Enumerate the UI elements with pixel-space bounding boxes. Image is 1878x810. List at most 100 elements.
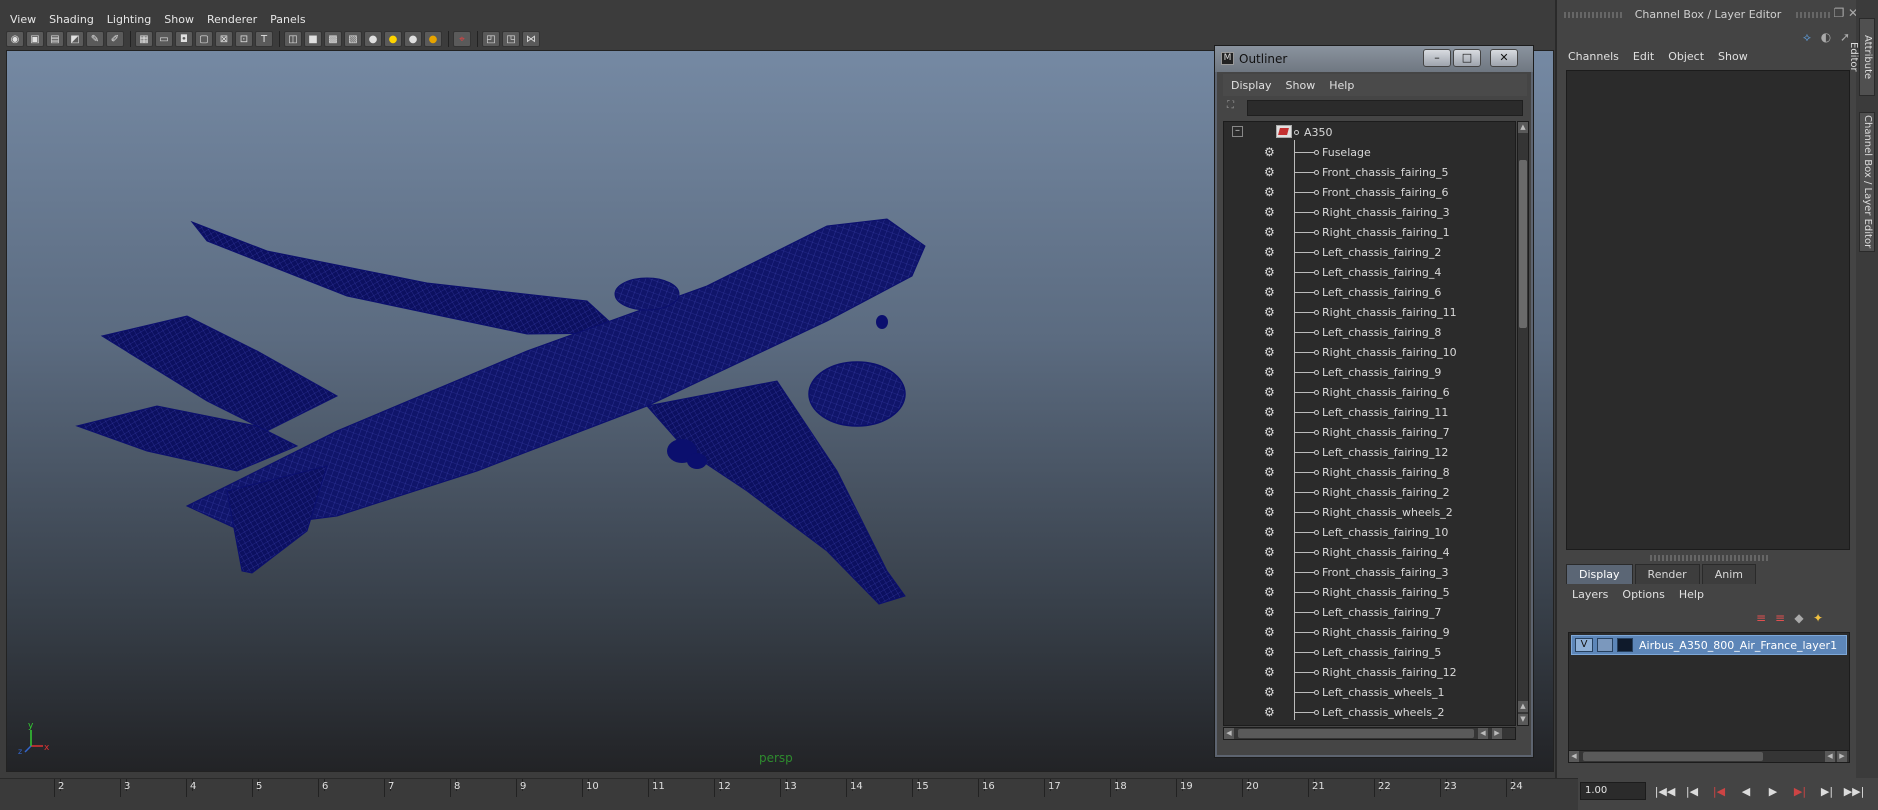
tree-item[interactable]: ⚙ Left_chassis_fairing_4 (1224, 262, 1515, 282)
panel-grip[interactable] (1796, 12, 1832, 18)
tree-item[interactable]: ⚙ Right_chassis_fairing_4 (1224, 542, 1515, 562)
tree-item[interactable]: ⚙ Left_chassis_fairing_11 (1224, 402, 1515, 422)
two-d-pan-icon[interactable]: ✎ (86, 31, 104, 47)
layer-horizontal-scrollbar[interactable]: ◀ ◀ ▶ (1568, 750, 1850, 763)
tab-anim[interactable]: Anim (1701, 564, 1756, 584)
outliner-tree[interactable]: – A350 ⚙ Fuselage ⚙ Front_chassis_fairing_5… (1223, 121, 1516, 726)
new-layer-selected-icon[interactable]: ✦ (1810, 610, 1826, 626)
layer-row[interactable]: V Airbus_A350_800_Air_France_layer1 (1571, 635, 1847, 655)
image-plane-icon[interactable]: ◩ (66, 31, 84, 47)
tree-item[interactable]: ⚙ Fuselage (1224, 142, 1515, 162)
tree-item[interactable]: ⚙ Front_chassis_fairing_3 (1224, 562, 1515, 582)
object-menu[interactable]: Object (1668, 50, 1704, 63)
tree-item[interactable]: ⚙ Right_chassis_fairing_10 (1224, 342, 1515, 362)
tree-item[interactable]: ⚙ Left_chassis_fairing_10 (1224, 522, 1515, 542)
layer-visibility-toggle[interactable]: V (1575, 638, 1593, 652)
outliner-menu-display[interactable]: Display (1231, 79, 1272, 92)
scroll-left-icon[interactable]: ◀ (1224, 728, 1234, 739)
maximize-button[interactable]: □ (1453, 49, 1481, 67)
tree-item[interactable]: ⚙ Left_chassis_fairing_2 (1224, 242, 1515, 262)
tree-item[interactable]: ⚙ Left_chassis_fairing_6 (1224, 282, 1515, 302)
play-forwards-icon[interactable]: ▶ (1762, 783, 1784, 801)
menu-view[interactable]: View (10, 13, 36, 26)
tree-item[interactable]: ⚙ Right_chassis_fairing_11 (1224, 302, 1515, 322)
tree-item[interactable]: ⚙ Left_chassis_wheels_1 (1224, 682, 1515, 702)
layer-list[interactable]: V Airbus_A350_800_Air_France_layer1 (1568, 632, 1850, 752)
xray-joints-icon[interactable]: ◳ (502, 31, 520, 47)
shade-wireframe-icon[interactable]: ▩ (324, 31, 342, 47)
gate-mask-icon[interactable]: ▢ (195, 31, 213, 47)
step-forward-frame-icon[interactable]: ▶| (1816, 783, 1838, 801)
tree-item[interactable]: ⚙ Right_chassis_fairing_6 (1224, 382, 1515, 402)
step-back-key-icon[interactable]: |◀ (1708, 783, 1730, 801)
select-camera-icon[interactable]: ◉ (6, 31, 24, 47)
menu-show[interactable]: Show (164, 13, 194, 26)
collapse-icon[interactable]: – (1232, 126, 1243, 137)
filter-icon[interactable]: ⛶ (1227, 100, 1243, 116)
tree-item[interactable]: ⚙ Right_chassis_fairing_2 (1224, 482, 1515, 502)
tree-item[interactable]: ⚙ Left_chassis_wheels_2 (1224, 702, 1515, 722)
tree-item[interactable]: ⚙ Right_chassis_fairing_5 (1224, 582, 1515, 602)
layer-type-toggle[interactable] (1597, 638, 1613, 652)
tree-root-row[interactable]: – A350 (1224, 122, 1515, 142)
help-menu[interactable]: Help (1679, 588, 1704, 601)
film-gate-icon[interactable]: ▭ (155, 31, 173, 47)
safe-title-icon[interactable]: T (255, 31, 273, 47)
play-backwards-icon[interactable]: ◀ (1735, 783, 1757, 801)
tree-item[interactable]: ⚙ Left_chassis_fairing_5 (1224, 642, 1515, 662)
scroll-up-icon[interactable]: ▲ (1518, 701, 1528, 712)
panel-splitter[interactable] (1650, 555, 1770, 561)
go-to-start-icon[interactable]: |◀◀ (1654, 783, 1676, 801)
outliner-menu-help[interactable]: Help (1329, 79, 1354, 92)
outliner-horizontal-scrollbar[interactable]: ◀ ◀ ▶ (1223, 727, 1516, 740)
use-all-lights-icon[interactable]: ● (364, 31, 382, 47)
scroll-left-icon[interactable]: ◀ (1825, 751, 1835, 762)
shadows-icon[interactable]: ● (384, 31, 402, 47)
go-to-end-icon[interactable]: ▶▶| (1843, 783, 1865, 801)
menu-shading[interactable]: Shading (49, 13, 94, 26)
close-button[interactable]: ✕ (1490, 49, 1518, 67)
outliner-vertical-scrollbar[interactable]: ▲ ▲ ▼ (1517, 121, 1529, 726)
grid-icon[interactable]: ▦ (135, 31, 153, 47)
tree-item[interactable]: ⚙ Right_chassis_fairing_1 (1224, 222, 1515, 242)
tree-item[interactable]: ⚙ Right_chassis_fairing_12 (1224, 662, 1515, 682)
new-empty-layer-icon[interactable]: ◆ (1791, 610, 1807, 626)
outliner-search-input[interactable] (1247, 100, 1523, 116)
tree-item[interactable]: ⚙ Right_chassis_fairing_9 (1224, 622, 1515, 642)
scroll-thumb[interactable] (1583, 752, 1763, 761)
bookmarks-icon[interactable]: ▤ (46, 31, 64, 47)
move-layer-down-icon[interactable]: ≡ (1772, 610, 1788, 626)
tab-render[interactable]: Render (1634, 564, 1700, 584)
tree-item[interactable]: ⚙ Left_chassis_fairing_7 (1224, 602, 1515, 622)
screen-space-ao-icon[interactable]: ● (404, 31, 422, 47)
safe-action-icon[interactable]: ⊡ (235, 31, 253, 47)
show-menu[interactable]: Show (1718, 50, 1748, 63)
step-forward-key-icon[interactable]: ▶| (1789, 783, 1811, 801)
attribute-editor-tab[interactable]: Attribute Editor (1848, 18, 1875, 96)
current-frame-field[interactable]: 1.00 (1580, 782, 1646, 800)
minimize-button[interactable]: – (1423, 49, 1451, 67)
resolution-gate-icon[interactable]: ◘ (175, 31, 193, 47)
menu-renderer[interactable]: Renderer (207, 13, 257, 26)
xray-components-icon[interactable]: ⋈ (522, 31, 540, 47)
speed-icon[interactable]: ◐ (1818, 29, 1834, 45)
tree-item[interactable]: ⚙ Right_chassis_fairing_7 (1224, 422, 1515, 442)
move-layer-up-icon[interactable]: ≡ (1753, 610, 1769, 626)
tree-item[interactable]: ⚙ Front_chassis_fairing_6 (1224, 182, 1515, 202)
menu-lighting[interactable]: Lighting (107, 13, 151, 26)
smooth-shade-icon[interactable]: ■ (304, 31, 322, 47)
tree-item[interactable]: ⚙ Right_chassis_wheels_2 (1224, 502, 1515, 522)
xray-icon[interactable]: ◰ (482, 31, 500, 47)
tab-display[interactable]: Display (1566, 564, 1633, 584)
tree-item[interactable]: ⚙ Left_chassis_fairing_12 (1224, 442, 1515, 462)
scroll-right-icon[interactable]: ▶ (1837, 751, 1847, 762)
scroll-left-icon[interactable]: ◀ (1478, 728, 1488, 739)
layer-color-swatch[interactable] (1617, 638, 1633, 652)
grease-pencil-icon[interactable]: ✐ (106, 31, 124, 47)
time-track[interactable]: 2 3 4 5 6 7 8 9 10 11 12 13 14 15 16 17 18 19 20 21 22 23 24 (0, 778, 1578, 810)
field-chart-icon[interactable]: ⊠ (215, 31, 233, 47)
wireframe-icon[interactable]: ◫ (284, 31, 302, 47)
channels-menu[interactable]: Channels (1568, 50, 1619, 63)
scroll-thumb[interactable] (1238, 729, 1474, 738)
edit-menu[interactable]: Edit (1633, 50, 1654, 63)
